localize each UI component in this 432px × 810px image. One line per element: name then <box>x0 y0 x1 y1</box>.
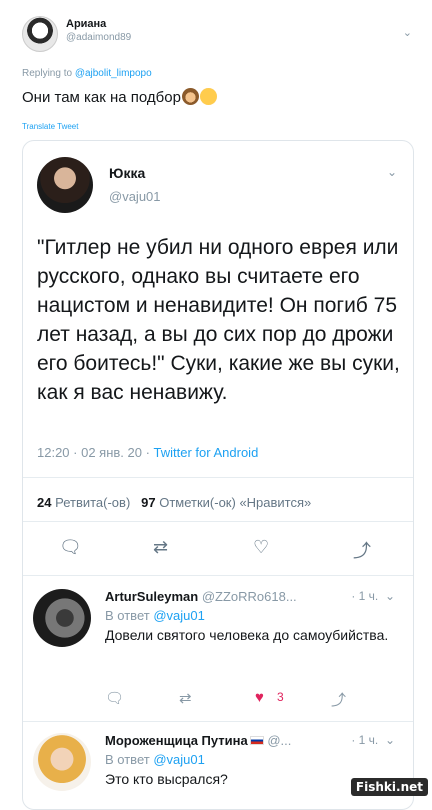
reply-time[interactable]: · 1 ч. <box>351 589 378 603</box>
outer-author-name[interactable]: Ариана <box>66 18 131 30</box>
outer-tweet-body: Они там как на подбор <box>22 89 181 106</box>
outer-tweet-header: Ариана @adaimond89 <box>22 16 131 52</box>
reply-to: В ответ @vaju01 <box>105 752 405 767</box>
replying-prefix: Replying to <box>22 68 73 79</box>
reply-to: В ответ @vaju01 <box>105 608 405 623</box>
tweet-actions: 🗨︎ ⇄ ♡ ⤴ <box>23 537 413 567</box>
likes-count[interactable]: 97 <box>141 495 155 510</box>
reply-prefix: В ответ <box>105 752 150 767</box>
reply-author-handle[interactable]: @ZZoRRo618... <box>202 589 297 604</box>
watermark: Fishki.net <box>350 778 428 796</box>
tweet-source[interactable]: Twitter for Android <box>154 445 259 460</box>
outer-author-handle[interactable]: @adaimond89 <box>66 32 131 43</box>
like-icon[interactable]: ♡ <box>253 537 269 558</box>
tweet-stats: 24 Ретвита(-ов) 97 Отметки(-ок) «Нравитс… <box>37 495 311 510</box>
likes-label[interactable]: Отметки(-ок) «Нравится» <box>159 495 311 510</box>
share-icon[interactable]: ⤴ <box>331 689 346 710</box>
reply-prefix: В ответ <box>105 608 150 623</box>
retweet-icon[interactable]: ⇄ <box>153 537 168 558</box>
retweets-count[interactable]: 24 <box>37 495 51 510</box>
quoted-tweet-card[interactable]: Юкка @vaju01 ⌄ "Гитлер не убил ни одного… <box>22 140 414 810</box>
divider <box>23 575 413 576</box>
chevron-down-icon[interactable]: ⌄ <box>382 589 395 603</box>
tears-of-joy-icon <box>199 88 217 105</box>
reply-to-link[interactable]: @vaju01 <box>153 608 205 623</box>
retweet-icon[interactable]: ⇄ <box>179 689 192 707</box>
avatar[interactable] <box>37 157 93 213</box>
see-no-evil-monkey-icon <box>181 88 199 105</box>
reply-actions: 🗨︎ ⇄ ♥ 3 ⤴ <box>105 689 385 709</box>
retweets-label[interactable]: Ретвита(-ов) <box>55 495 130 510</box>
divider <box>23 721 413 722</box>
reply-author-handle[interactable]: @... <box>267 733 291 748</box>
chevron-down-icon[interactable]: ⌄ <box>387 165 397 179</box>
reply-icon[interactable]: 🗨︎ <box>59 537 82 558</box>
main-author-name[interactable]: Юкка <box>109 165 161 181</box>
like-count: 3 <box>277 690 284 704</box>
chevron-down-icon[interactable]: ⌄ <box>382 733 395 747</box>
reply-to-link[interactable]: @vaju01 <box>153 752 205 767</box>
replying-to-link[interactable]: @ajbolit_limpopo <box>75 68 152 79</box>
russia-flag-icon <box>249 736 264 745</box>
share-icon[interactable]: ⤴ <box>353 537 371 563</box>
main-tweet-text: "Гитлер не убил ни одного еврея или русс… <box>37 236 400 404</box>
reply-author-name[interactable]: ArturSuleyman <box>105 589 198 604</box>
tweet-time[interactable]: 12:20 · 02 янв. 20 · <box>37 445 150 460</box>
divider <box>23 521 413 522</box>
replying-to: Replying to @ajbolit_limpopo <box>22 68 152 79</box>
translate-link[interactable]: Translate Tweet <box>22 122 78 131</box>
avatar[interactable] <box>33 733 91 791</box>
avatar[interactable] <box>33 589 91 647</box>
divider <box>23 477 413 478</box>
like-icon[interactable]: ♥ <box>255 689 264 706</box>
tweet-meta: 12:20 · 02 янв. 20 · Twitter for Android <box>37 445 258 460</box>
reply-text: Довели святого человека до самоубийства. <box>105 627 389 643</box>
tweet-thread: Ариана @adaimond89 ⌄ Replying to @ajboli… <box>0 0 432 810</box>
chevron-down-icon[interactable]: ⌄ <box>403 26 412 39</box>
main-tweet-header: Юкка @vaju01 <box>37 157 161 213</box>
reply-time[interactable]: · 1 ч. <box>351 733 378 747</box>
reply-author-name[interactable]: Мороженщица Путина <box>105 733 248 748</box>
main-author-handle[interactable]: @vaju01 <box>109 189 161 204</box>
outer-tweet-text: Они там как на подбор <box>22 88 217 106</box>
reply-icon[interactable]: 🗨︎ <box>105 689 124 707</box>
avatar[interactable] <box>22 16 58 52</box>
